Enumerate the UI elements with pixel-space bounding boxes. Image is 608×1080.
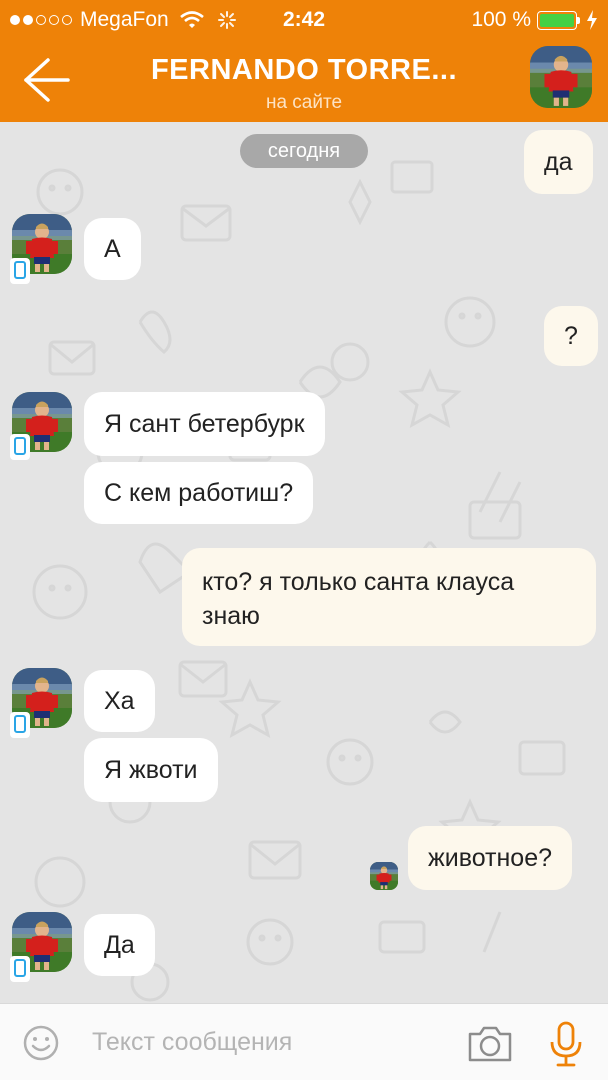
status-bar: MegaFon 2:42 100 % — [0, 0, 608, 40]
incoming-message[interactable]: Я сант бетербурк — [84, 392, 325, 456]
message-composer: Текст сообщения — [0, 1003, 608, 1080]
message-text: да — [544, 148, 573, 176]
date-separator: сегодня — [240, 134, 368, 168]
message-text: Да — [104, 931, 135, 959]
battery-percent: 100 % — [471, 8, 531, 31]
incoming-message[interactable]: Да — [84, 914, 155, 976]
incoming-message[interactable]: С кем работиш? — [84, 462, 314, 524]
mobile-device-icon — [10, 258, 30, 284]
battery-indicator: 100 % — [471, 8, 598, 32]
incoming-message[interactable]: Ха — [84, 670, 155, 732]
contact-avatar[interactable] — [530, 46, 592, 108]
read-receipt-avatar — [370, 862, 398, 890]
message-text: Я жвоти — [104, 756, 198, 784]
online-status: на сайте — [265, 92, 343, 113]
emoji-icon[interactable] — [22, 1024, 60, 1062]
microphone-icon[interactable] — [548, 1020, 584, 1068]
message-input[interactable]: Текст сообщения — [92, 1028, 292, 1057]
charging-bolt-icon — [587, 10, 597, 30]
mobile-device-icon — [10, 956, 30, 982]
mobile-device-icon — [10, 712, 30, 738]
message-text: Я сант бетербурк — [104, 410, 305, 438]
chat-title[interactable]: FERNANDO TORRE... — [100, 54, 508, 87]
message-text: кто? я только санта клауса знаю — [202, 568, 515, 630]
incoming-message[interactable]: А — [84, 218, 141, 280]
outgoing-message[interactable]: да — [524, 130, 593, 194]
camera-icon[interactable] — [466, 1024, 514, 1064]
back-arrow-icon[interactable] — [18, 52, 74, 108]
message-list[interactable]: сегодня да А ? Я сант бетербурк С кем ра… — [0, 122, 608, 1003]
outgoing-message[interactable]: кто? я только санта клауса знаю — [182, 548, 596, 646]
incoming-message[interactable]: Я жвоти — [84, 738, 218, 802]
message-text: А — [104, 235, 121, 263]
message-text: С кем работиш? — [104, 479, 294, 507]
top-bar: MegaFon 2:42 100 % FERNANDO TORRE... на … — [0, 0, 608, 122]
mobile-device-icon — [10, 434, 30, 460]
outgoing-message[interactable]: животное? — [408, 826, 573, 890]
message-text: ? — [564, 322, 578, 350]
battery-icon — [537, 10, 580, 30]
message-text: Ха — [104, 687, 135, 715]
message-text: животное? — [428, 844, 553, 872]
outgoing-message[interactable]: ? — [544, 306, 598, 366]
